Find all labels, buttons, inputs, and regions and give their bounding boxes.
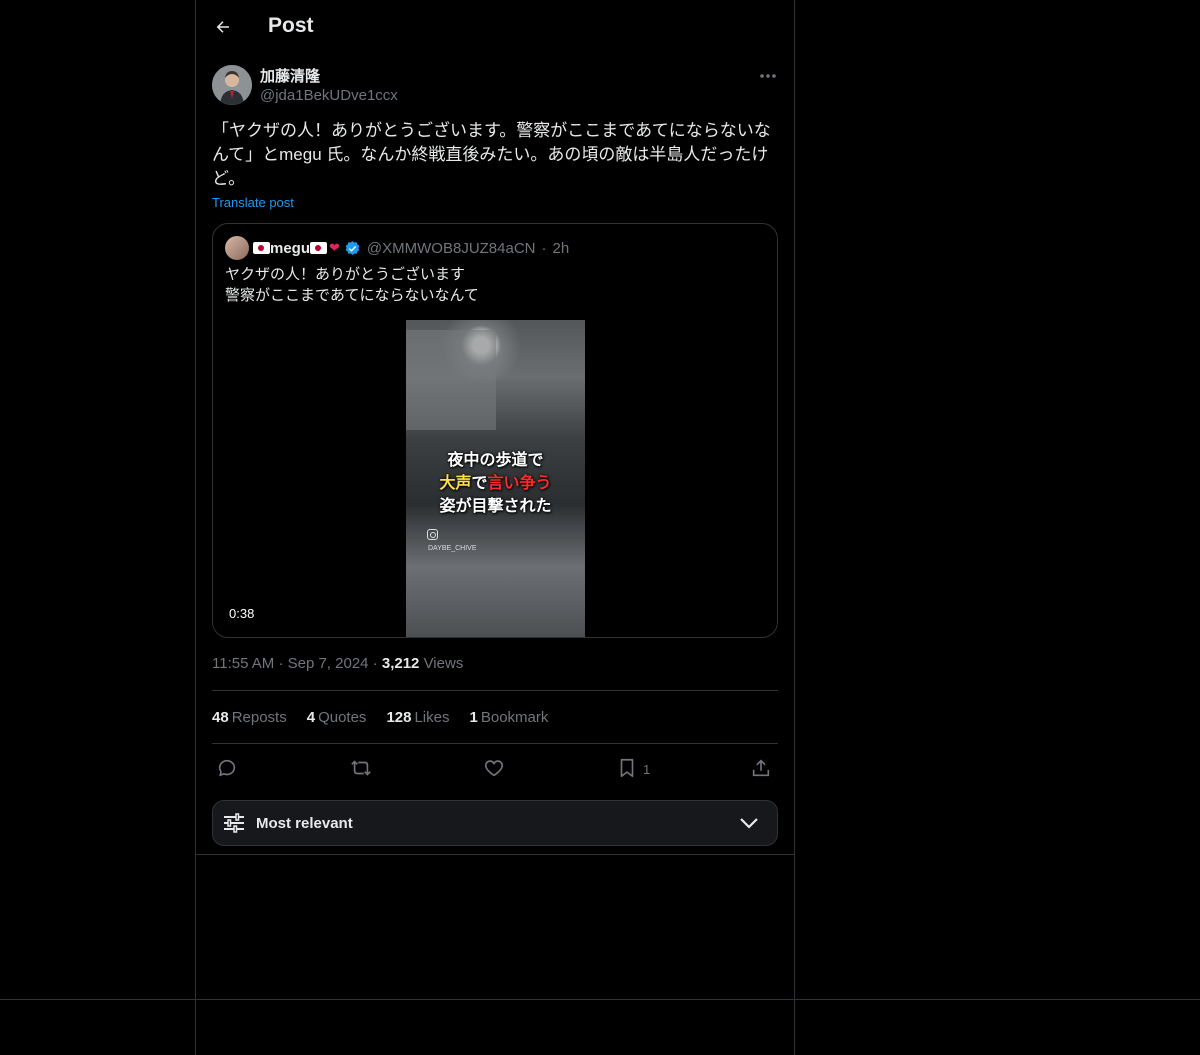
back-button[interactable] [208,12,238,42]
video-player[interactable]: 夜中の歩道で 大声で言い争う 姿が目撃された DAYBE_CHIVE [406,320,585,637]
post-time[interactable]: 11:55 AM [212,655,274,672]
meta-separator: · [278,655,284,672]
divider [212,743,778,744]
caption-highlight-red: 言い争う [487,475,552,492]
author-name[interactable]: 加藤清隆 [260,65,320,86]
quote-author-name: megu [270,239,311,257]
video-caption-line1: 夜中の歩道で [447,452,544,469]
quote-text: ヤクザの人！ありがとうございます 警察がここまであてにならないなんて [225,266,479,304]
bookmark-icon [620,758,634,778]
quote-header: megu ❤ @XMMWOB8JUZ84aCN · 2h [253,238,569,258]
column-border-right [794,0,795,1055]
reply-button[interactable] [216,756,238,780]
author-handle[interactable]: @jda1BekUDve1ccx [260,87,398,104]
engagement-stats: 48 Reposts 4 Quotes 128 Likes 1 Bookmark [212,709,548,726]
more-options-button[interactable] [756,66,780,86]
like-button[interactable] [483,756,505,780]
reposts-count: 48 [212,709,229,726]
repost-button[interactable] [349,756,373,780]
bookmarks-count: 1 [469,709,478,726]
video-watermark: DAYBE_CHIVE [428,545,477,552]
reply-icon [218,759,236,777]
bottom-divider [0,999,1200,1000]
quotes-count: 4 [306,709,316,726]
more-icon [760,74,776,78]
likes-count: 128 [386,709,412,726]
column-border-left [195,0,196,1055]
divider [212,690,778,691]
meta-separator: · [372,655,378,672]
reposts-label: Reposts [231,709,287,726]
page: Post 加藤清隆 @jda1BekUDve1ccx 「ヤクザの人！ありがとうご… [0,0,1200,1055]
bookmarks-stat[interactable]: 1 Bookmark [470,709,549,726]
quote-separator: · [541,239,547,257]
arrow-left-icon [216,21,229,33]
video-building [406,330,496,430]
column-divider [195,854,795,855]
header: Post [196,0,794,54]
verified-badge-icon [344,240,361,257]
heart-icon [484,760,504,777]
avatar-image [212,65,252,105]
likes-stat[interactable]: 128 Likes [386,709,449,726]
repost-icon [351,760,371,776]
bookmarks-label: Bookmark [480,709,549,726]
sort-label: Most relevant [256,815,353,832]
video-caption-line2: 大声で言い争う [406,469,585,493]
avatar[interactable] [212,65,252,105]
share-button[interactable] [750,756,772,780]
video-duration: 0:38 [225,605,259,622]
video-caption-line3: 姿が目撃された [439,498,552,515]
post-metadata: 11:55 AM · Sep 7, 2024 · 3,212 Views [212,655,463,672]
japan-flag-icon [310,242,328,254]
translate-post-link[interactable]: Translate post [212,195,294,210]
quotes-label: Quotes [318,709,367,726]
quote-timestamp: 2h [552,239,570,257]
post-date[interactable]: Sep 7, 2024 [288,655,369,672]
sliders-icon [224,813,244,833]
caption-highlight-yellow: 大声 [439,475,472,492]
bookmark-button[interactable]: 1 [617,756,650,780]
chevron-down-icon [740,818,758,829]
share-icon [752,759,770,777]
views-label: Views [423,655,464,672]
reposts-stat[interactable]: 48 Reposts [212,709,287,726]
reply-sort-dropdown[interactable]: Most relevant [212,800,778,846]
japan-flag-icon [253,242,270,254]
heart-emoji-icon: ❤ [329,240,340,255]
likes-label: Likes [414,709,450,726]
quote-author-handle: @XMMWOB8JUZ84aCN [366,239,536,257]
bookmark-count: 1 [643,762,651,777]
instagram-icon [427,529,438,540]
quotes-stat[interactable]: 4 Quotes [307,709,367,726]
caption-plain: で [471,475,488,492]
page-title: Post [268,14,314,37]
post-text: 「ヤクザの人！ありがとうございます。警察がここまであてにならないな んて」とme… [212,121,771,188]
quote-avatar [225,236,249,260]
views-count: 3,212 [381,655,420,672]
action-bar: 1 [212,756,778,782]
quoted-post[interactable]: megu ❤ @XMMWOB8JUZ84aCN · 2h ヤクザの人！ありがとう… [212,223,778,638]
